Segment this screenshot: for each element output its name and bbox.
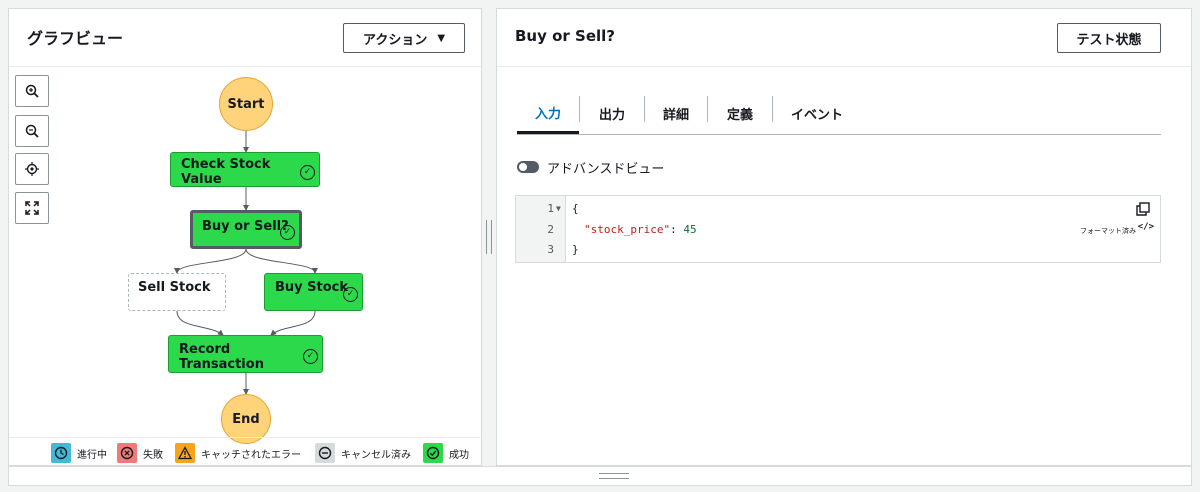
check-circle-icon: ✓: [280, 225, 295, 240]
advanced-view-toggle[interactable]: [517, 161, 539, 173]
edge-buysell-buy: [245, 248, 318, 274]
detail-tabs: 入力 出力 詳細 定義 イベント: [517, 93, 1161, 135]
tab-definition-label: 定義: [726, 108, 753, 123]
fold-arrow-icon[interactable]: ▼: [556, 204, 561, 213]
line-number: 2: [547, 223, 554, 236]
state-title: Buy or Sell?: [515, 27, 615, 45]
tab-events-label: イベント: [790, 108, 843, 123]
center-icon: [25, 162, 39, 176]
buy-stock-label: Buy Stock: [275, 280, 349, 295]
editor-gutter: 1 ▼ 2 3: [516, 196, 566, 262]
line-number: 1: [547, 202, 554, 215]
code-line-3: }: [572, 243, 579, 256]
test-state-button-label: テスト状態: [1076, 32, 1142, 48]
test-state-button[interactable]: テスト状態: [1057, 23, 1161, 53]
sell-stock-label: Sell Stock: [138, 280, 211, 295]
advanced-view-label: アドバンスドビュー: [547, 161, 665, 177]
bottom-resize-bar: [8, 466, 1192, 486]
edge-buysell-sell: [174, 248, 247, 274]
check-circle-icon: ✓: [300, 165, 315, 180]
buy-or-sell-node[interactable]: Buy or Sell? ✓: [190, 210, 302, 249]
edge-sell-record: [176, 310, 224, 336]
tab-details[interactable]: 詳細: [645, 93, 707, 134]
code-format-icon[interactable]: </>: [1138, 222, 1154, 232]
code-line-1: {: [572, 202, 579, 215]
tab-input-label: 入力: [534, 106, 561, 122]
state-details-panel: Buy or Sell? テスト状態 入力 出力 詳細 定義 イベント アドバン…: [496, 8, 1192, 466]
json-input-editor[interactable]: 1 ▼ 2 3 { "stock_price": 45 } フォーマット済み <…: [515, 195, 1161, 263]
legend-in-progress-label: 進行中: [77, 449, 107, 461]
code-line-2: "stock_price": 45: [584, 223, 697, 236]
graph-view-panel: グラフビュー アクション ▼ Start Check Stock Value ✓…: [8, 8, 483, 467]
format-label: フォーマット済み: [1080, 227, 1136, 235]
minus-circle-icon: [315, 443, 335, 463]
tab-details-label: 詳細: [662, 108, 689, 123]
json-key: "stock_price": [584, 223, 671, 236]
legend-caught-error-label: キャッチされたエラー: [201, 449, 301, 461]
check-circle-icon: ✓: [343, 287, 358, 302]
end-node-label: End: [232, 411, 260, 427]
tab-events[interactable]: イベント: [773, 93, 861, 134]
tab-output-label: 出力: [598, 108, 625, 123]
check-circle-icon: ✓: [303, 349, 318, 364]
advanced-view-toggle-row: アドバンスドビュー: [517, 157, 664, 177]
clock-icon: [51, 443, 71, 463]
legend-caught-error: キャッチされたエラー: [175, 443, 301, 463]
legend-cancelled: キャンセル済み: [315, 443, 411, 463]
copy-icon[interactable]: [1136, 202, 1150, 216]
legend-succeeded: 成功: [423, 443, 469, 463]
x-circle-icon: [117, 443, 137, 463]
record-transaction-node[interactable]: Record Transaction ✓: [168, 335, 323, 373]
legend-cancelled-label: キャンセル済み: [341, 449, 411, 461]
buy-or-sell-label: Buy or Sell?: [202, 219, 289, 234]
toggle-knob: [519, 163, 527, 171]
fit-graph-button[interactable]: [15, 192, 49, 224]
zoom-in-icon: [25, 84, 39, 98]
check-stock-value-node[interactable]: Check Stock Value ✓: [170, 152, 320, 187]
edge-buy-record: [270, 310, 316, 336]
tab-definition[interactable]: 定義: [708, 93, 772, 134]
start-node[interactable]: Start: [219, 77, 273, 131]
sell-stock-node[interactable]: Sell Stock: [128, 273, 226, 311]
line-number: 3: [547, 243, 554, 256]
legend-succeeded-label: 成功: [449, 449, 469, 461]
buy-stock-node[interactable]: Buy Stock ✓: [264, 273, 363, 311]
state-machine-graph: Start Check Stock Value ✓ Buy or Sell? ✓…: [9, 9, 483, 467]
fit-icon: [25, 201, 39, 215]
json-value: 45: [683, 223, 697, 236]
zoom-out-button[interactable]: [15, 115, 49, 147]
center-graph-button[interactable]: [15, 153, 49, 185]
legend-failed-label: 失敗: [143, 449, 163, 461]
horizontal-resize-handle[interactable]: [599, 473, 629, 479]
tab-output[interactable]: 出力: [580, 93, 644, 134]
tab-input[interactable]: 入力: [517, 93, 579, 134]
record-transaction-label: Record Transaction: [179, 342, 264, 372]
check-stock-value-label: Check Stock Value: [181, 157, 271, 187]
legend-failed: 失敗: [117, 443, 163, 463]
start-node-label: Start: [227, 96, 265, 112]
state-details-header: Buy or Sell? テスト状態: [497, 9, 1191, 67]
legend-in-progress: 進行中: [51, 443, 107, 463]
check-circle-icon: [423, 443, 443, 463]
warning-icon: [175, 443, 195, 463]
vertical-resize-handle[interactable]: [486, 220, 492, 254]
zoom-in-button[interactable]: [15, 75, 49, 107]
zoom-out-icon: [25, 124, 39, 138]
status-legend: 進行中 失敗 キャッチされたエラー キャンセル済み 成功: [9, 437, 483, 467]
